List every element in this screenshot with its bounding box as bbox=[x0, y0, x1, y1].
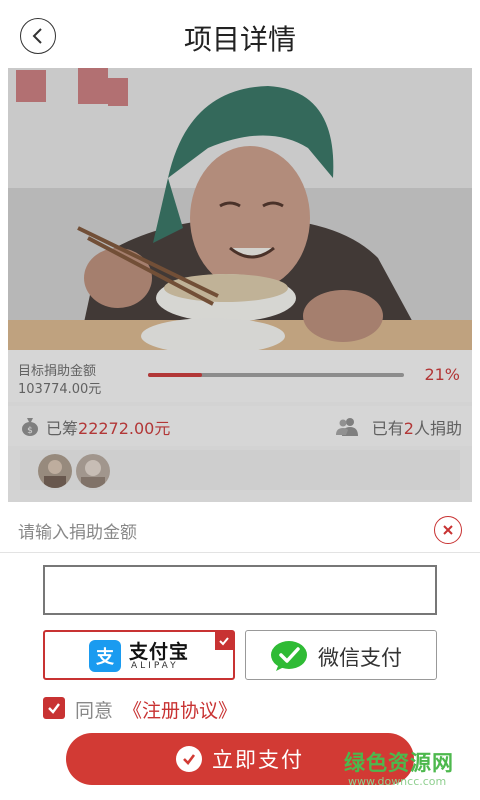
alipay-name: 支付宝 bbox=[129, 641, 190, 663]
avatar[interactable] bbox=[76, 454, 110, 488]
people-icon bbox=[336, 418, 358, 436]
avatar[interactable] bbox=[38, 454, 72, 488]
project-detail-content: 目标捐助金额 103774.00元 21% $ 已筹22272.00元 已有2人… bbox=[8, 68, 472, 502]
target-amount-row: 目标捐助金额 103774.00元 21% bbox=[8, 350, 472, 402]
wechat-label: 微信支付 bbox=[318, 646, 402, 670]
progress-fill bbox=[148, 373, 202, 377]
check-icon bbox=[48, 703, 60, 714]
alipay-logo-icon: 支 bbox=[89, 640, 121, 672]
watermark-text: 绿色资源网 bbox=[344, 751, 454, 775]
amount-input[interactable] bbox=[43, 565, 437, 615]
close-button[interactable] bbox=[434, 516, 462, 544]
raised-prefix: 已筹 bbox=[46, 419, 79, 438]
donor-avatars bbox=[20, 450, 460, 490]
watermark: 绿色资源网 www.downcc.com bbox=[344, 747, 462, 791]
donors-prefix: 已有 bbox=[371, 419, 404, 438]
close-icon bbox=[443, 525, 453, 535]
pay-now-label: 立即支付 bbox=[212, 748, 304, 772]
wechat-logo-icon bbox=[271, 641, 307, 671]
money-bag-icon: $ bbox=[22, 418, 38, 436]
agreement-row: 同意 《注册协议》 bbox=[43, 696, 343, 722]
raised-amount: 22272.00元 bbox=[78, 419, 171, 438]
check-circle-icon bbox=[176, 746, 202, 772]
target-label: 目标捐助金额 bbox=[18, 364, 97, 379]
project-photo bbox=[8, 68, 472, 350]
divider bbox=[0, 552, 480, 553]
donors-suffix: 人捐助 bbox=[413, 419, 462, 438]
target-amount: 103774.00元 bbox=[18, 382, 102, 397]
donors-text: 已有2人捐助 bbox=[372, 415, 462, 439]
app-header: 项目详情 bbox=[0, 0, 480, 68]
raised-row: $ 已筹22272.00元 已有2人捐助 bbox=[8, 406, 472, 446]
selected-check-icon bbox=[215, 632, 233, 650]
progress-bar bbox=[148, 373, 404, 377]
agree-checkbox[interactable] bbox=[43, 697, 65, 719]
alipay-sub: ALIPAY bbox=[131, 661, 179, 671]
alipay-option[interactable]: 支 支付宝 ALIPAY bbox=[43, 630, 235, 680]
page-title: 项目详情 bbox=[183, 23, 296, 56]
progress-percent: 21% bbox=[424, 365, 460, 384]
wechat-option[interactable]: 微信支付 bbox=[245, 630, 437, 680]
donors-count: 2 bbox=[403, 419, 414, 438]
svg-text:支: 支 bbox=[95, 646, 115, 668]
watermark-url: www.downcc.com bbox=[348, 775, 447, 788]
agree-text: 同意 bbox=[75, 700, 114, 722]
agreement-link[interactable]: 《注册协议》 bbox=[123, 696, 237, 723]
svg-text:$: $ bbox=[27, 426, 33, 436]
raised-text: 已筹22272.00元 bbox=[46, 415, 170, 439]
sheet-title: 请输入捐助金额 bbox=[18, 523, 137, 543]
